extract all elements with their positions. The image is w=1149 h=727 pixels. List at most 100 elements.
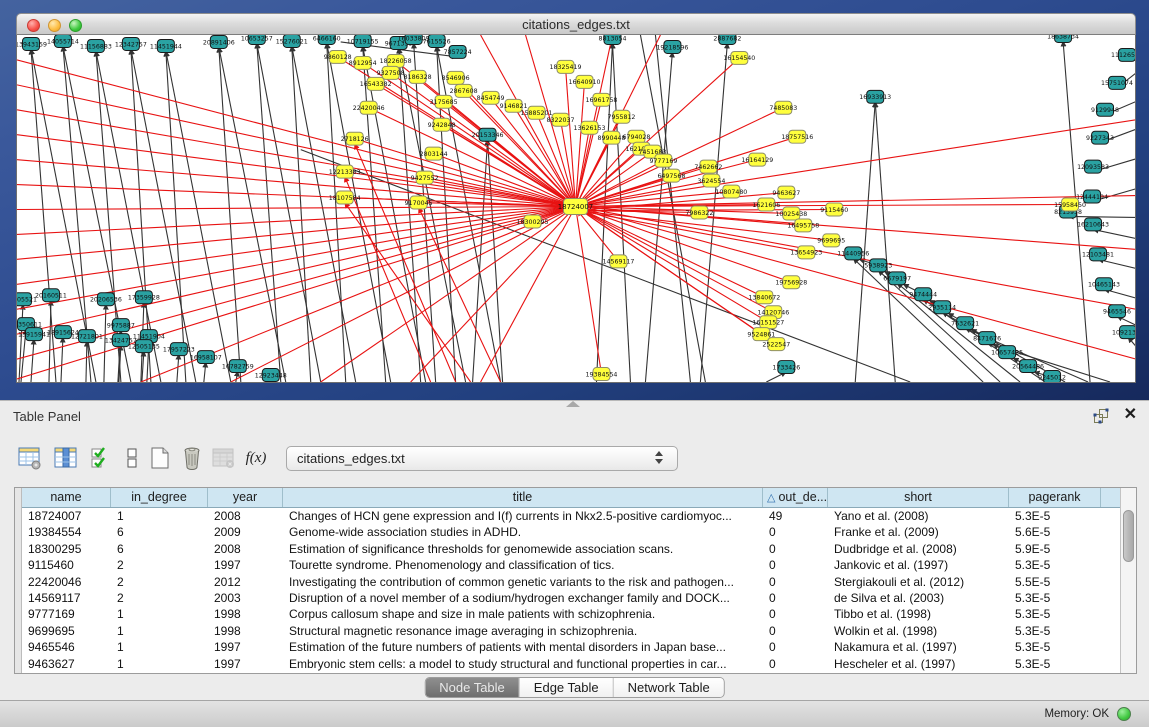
table-row[interactable]: 1456911722003Disruption of a novel membe…: [22, 590, 1120, 606]
graph-edge[interactable]: [645, 52, 672, 382]
graph-edge[interactable]: [875, 102, 895, 382]
table-row[interactable]: 1938455462009Genome-wide association stu…: [22, 524, 1120, 540]
table-cell[interactable]: 1: [111, 639, 208, 655]
table-cell[interactable]: 5.3E-5: [1009, 590, 1101, 606]
table-cell[interactable]: Franke et al. (2009): [828, 524, 1009, 540]
table-cell[interactable]: 0: [763, 541, 828, 557]
graph-edge[interactable]: [219, 47, 286, 382]
table-cell[interactable]: Hescheler et al. (1997): [828, 656, 1009, 672]
table-settings-icon[interactable]: [16, 443, 44, 473]
table-cell[interactable]: 49: [763, 508, 828, 524]
table-cell[interactable]: 18300295: [22, 541, 111, 557]
table-cell[interactable]: 2009: [208, 524, 283, 540]
table-cell[interactable]: 6: [111, 541, 208, 557]
graph-edge[interactable]: [576, 207, 1135, 360]
graph-edge[interactable]: [31, 339, 34, 382]
table-cell[interactable]: 14569117: [22, 590, 111, 606]
table-cell[interactable]: 9777169: [22, 606, 111, 622]
table-row[interactable]: 946554611997Estimation of the future num…: [22, 639, 1120, 655]
graph-edge[interactable]: [1068, 216, 1135, 217]
table-cell[interactable]: 19384554: [22, 524, 111, 540]
graph-edge[interactable]: [17, 207, 576, 285]
graph-edge[interactable]: [17, 207, 576, 235]
graph-edge[interactable]: [219, 47, 241, 382]
table-row[interactable]: 969969511998Structural magnetic resonanc…: [22, 623, 1120, 639]
table-cell[interactable]: 1997: [208, 557, 283, 573]
table-cell[interactable]: 9463627: [22, 656, 111, 672]
table-cell[interactable]: 0: [763, 656, 828, 672]
graph-edge[interactable]: [177, 354, 179, 382]
graph-edge[interactable]: [612, 43, 630, 382]
table-cell[interactable]: Wolkin et al. (1998): [828, 623, 1009, 639]
table-cell[interactable]: 2: [111, 574, 208, 590]
column-header-title[interactable]: title: [283, 488, 763, 507]
delete-trash-icon[interactable]: [178, 443, 206, 473]
table-cell[interactable]: 2008: [208, 541, 283, 557]
table-selector-dropdown[interactable]: citations_edges.txt: [286, 446, 678, 471]
float-panel-icon[interactable]: [1093, 408, 1109, 424]
merge-rows-icon[interactable]: [118, 443, 146, 473]
column-header-name[interactable]: name: [22, 488, 111, 507]
table-cell[interactable]: 1997: [208, 656, 283, 672]
table-cell[interactable]: 18724007: [22, 508, 111, 524]
table-cell[interactable]: 6: [111, 524, 208, 540]
table-cell[interactable]: Investigating the contribution of common…: [283, 574, 763, 590]
vertical-scrollbar[interactable]: [1120, 488, 1136, 673]
table-cell[interactable]: 5.3E-5: [1009, 508, 1101, 524]
table-cell[interactable]: 2003: [208, 590, 283, 606]
tab-edge-table[interactable]: Edge Table: [520, 678, 614, 697]
panel-resize-handle[interactable]: [566, 401, 580, 407]
table-cell[interactable]: 5.9E-5: [1009, 541, 1101, 557]
table-row[interactable]: 946362711997Embryonic stem cells: a mode…: [22, 656, 1120, 672]
table-row[interactable]: 2242004622012Investigating the contribut…: [22, 574, 1120, 590]
table-cell[interactable]: 9115460: [22, 557, 111, 573]
graph-edge[interactable]: [17, 207, 576, 335]
table-cell[interactable]: 5.5E-5: [1009, 574, 1101, 590]
graph-edge[interactable]: [257, 43, 281, 382]
table-row[interactable]: 911546021997Tourette syndrome. Phenomeno…: [22, 557, 1120, 573]
select-rows-check-icon[interactable]: [88, 443, 116, 473]
function-builder-icon[interactable]: f(x): [242, 443, 270, 473]
table-row[interactable]: 1830029562008Estimation of significance …: [22, 541, 1120, 557]
table-cell[interactable]: Embryonic stem cells: a model to study s…: [283, 656, 763, 672]
table-cell[interactable]: 2012: [208, 574, 283, 590]
table-cell[interactable]: Changes of HCN gene expression and I(f) …: [283, 508, 763, 524]
citation-graph[interactable]: 1394315914055714111568831234275711451944…: [17, 35, 1135, 382]
table-cell[interactable]: 5.3E-5: [1009, 639, 1101, 655]
table-cell[interactable]: Tourette syndrome. Phenomenology and cla…: [283, 557, 763, 573]
table-cell[interactable]: 2: [111, 557, 208, 573]
table-cell[interactable]: 0: [763, 639, 828, 655]
table-cell[interactable]: Nakamura et al. (1997): [828, 639, 1009, 655]
table-cell[interactable]: Corpus callosum shape and size in male p…: [283, 606, 763, 622]
graph-edge[interactable]: [878, 270, 1000, 382]
table-cell[interactable]: Estimation of significance thresholds fo…: [283, 541, 763, 557]
table-cell[interactable]: 1: [111, 656, 208, 672]
select-column-icon[interactable]: [52, 443, 80, 473]
table-cell[interactable]: 0: [763, 606, 828, 622]
table-cell[interactable]: 1998: [208, 623, 283, 639]
column-header-year[interactable]: year: [208, 488, 283, 507]
table-cell[interactable]: Yano et al. (2008): [828, 508, 1009, 524]
graph-edge[interactable]: [204, 362, 206, 382]
table-cell[interactable]: 5.3E-5: [1009, 656, 1101, 672]
table-cell[interactable]: Jankovic et al. (1997): [828, 557, 1009, 573]
table-cell[interactable]: 0: [763, 574, 828, 590]
graph-edge[interactable]: [576, 128, 590, 207]
graph-edge[interactable]: [61, 337, 63, 382]
graph-edge[interactable]: [1128, 337, 1135, 351]
table-cell[interactable]: de Silva et al. (2003): [828, 590, 1009, 606]
table-cell[interactable]: 0: [763, 590, 828, 606]
table-cell[interactable]: 1997: [208, 639, 283, 655]
table-row[interactable]: 977716911998Corpus callosum shape and si…: [22, 606, 1120, 622]
column-header-pagerank[interactable]: pagerank: [1009, 488, 1101, 507]
table-cell[interactable]: 5.3E-5: [1009, 606, 1101, 622]
table-cell[interactable]: Stergiakouli et al. (2012): [828, 574, 1009, 590]
table-cell[interactable]: 2008: [208, 508, 283, 524]
table-cell[interactable]: 0: [763, 524, 828, 540]
graph-edge[interactable]: [855, 102, 875, 382]
window-titlebar[interactable]: citations_edges.txt: [16, 13, 1136, 35]
graph-edge[interactable]: [481, 207, 576, 382]
table-cell[interactable]: 1: [111, 508, 208, 524]
table-cell[interactable]: Dudbridge et al. (2008): [828, 541, 1009, 557]
table-cell[interactable]: Disruption of a novel member of a sodium…: [283, 590, 763, 606]
